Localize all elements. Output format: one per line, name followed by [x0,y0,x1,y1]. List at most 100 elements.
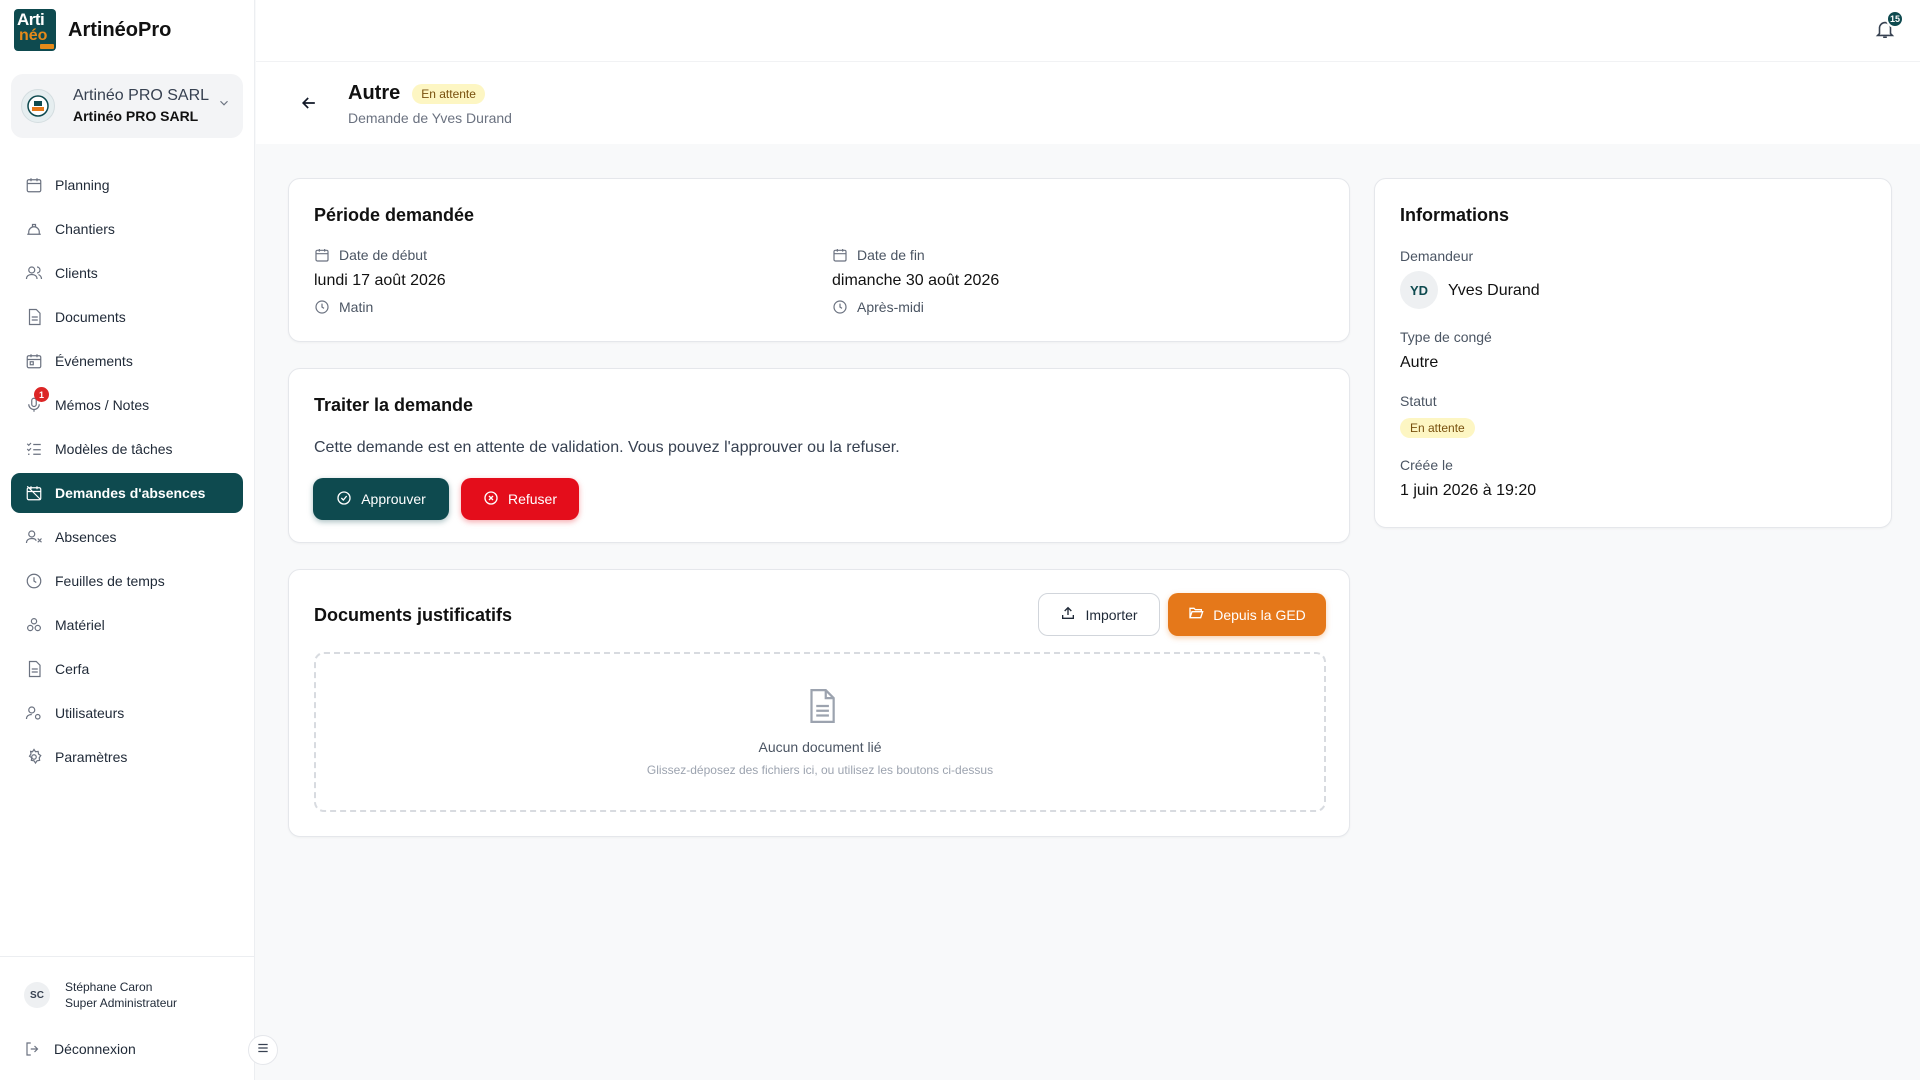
refuse-button[interactable]: Refuser [461,478,579,520]
sidebar-item-chantiers[interactable]: Chantiers [11,209,243,249]
sidebar-item-absences[interactable]: Absences [11,517,243,557]
org-name-bold: Artinéo PRO SARL [73,108,199,125]
type-label: Type de congé [1400,329,1492,345]
start-date-value: lundi 17 août 2026 [314,272,446,289]
sidebar-item-parametres[interactable]: Paramètres [11,737,243,777]
checklist-icon [24,439,44,459]
logout-icon [24,1040,42,1058]
documents-card: Documents justificatifs Importer Depuis … [288,569,1350,837]
demandeur-name: Yves Durand [1448,282,1540,299]
user-name: Stéphane Caron [65,980,153,994]
gear-icon [24,747,44,767]
sidebar-item-label: Documents [55,309,126,325]
calendar-icon [832,247,848,263]
user-role: Super Administrateur [65,996,178,1011]
created-label: Créée le [1400,457,1453,473]
sidebar-item-label: Cerfa [55,661,90,677]
bell-icon [1874,21,1896,44]
app-logo: Arti néo [14,9,56,51]
app-name: ArtinéoPro [68,18,172,41]
approve-button[interactable]: Approuver [313,478,449,520]
informations-title: Informations [1400,205,1510,225]
sidebar-item-clients[interactable]: Clients [11,253,243,293]
sidebar: Arti néo ArtinéoPro Artinéo PRO SARL Art… [0,0,255,1080]
import-button[interactable]: Importer [1038,593,1160,636]
sidebar-item-label: Modèles de tâches [55,441,173,457]
notification-badge: 1 [34,387,49,402]
sidebar-item-planning[interactable]: Planning [11,165,243,205]
documents-title: Documents justificatifs [314,605,513,625]
sidebar-item-memos[interactable]: 1 Mémos / Notes [11,385,243,425]
clock-icon [24,571,44,591]
document-icon [24,307,44,327]
users-icon [24,263,44,283]
sidebar-item-label: Utilisateurs [55,705,125,721]
notifications-button[interactable]: 15 [1874,10,1904,44]
sidebar-item-utilisateurs[interactable]: Utilisateurs [11,693,243,733]
file-text-icon [802,686,840,731]
sidebar-item-label: Matériel [55,617,105,633]
back-button[interactable] [299,93,319,118]
page-title: Autre [348,82,401,104]
avatar: SC [24,982,50,1009]
sidebar-item-label: Planning [55,177,110,193]
sidebar-item-label: Paramètres [55,749,128,765]
sidebar-item-label: Demandes d'absences [55,485,206,501]
start-date-field: Date de début lundi 17 août 2026 Matin [314,247,446,315]
periode-card: Période demandée Date de début lundi 17 … [288,178,1350,342]
menu-icon [256,1041,270,1060]
status-badge: En attente [1400,418,1475,438]
calendar-icon [24,175,44,195]
calendar-off-icon [24,483,44,503]
start-date-label: Date de début [339,247,427,263]
user-x-icon [24,527,44,547]
logout-button[interactable]: Déconnexion [24,1040,136,1058]
avatar: YD [1400,271,1438,309]
upload-icon [1060,605,1076,624]
folder-open-icon [1188,605,1204,624]
start-moment: Matin [339,299,374,315]
clock-icon [314,299,330,315]
end-moment: Après-midi [857,299,924,315]
calendar-icon [314,247,330,263]
sidebar-toggle-button[interactable] [248,1035,278,1065]
calendar-event-icon [24,351,44,371]
check-circle-icon [336,490,352,509]
site-icon [24,219,44,239]
current-user[interactable]: SC Stéphane Caron Super Administrateur [24,979,177,1011]
sidebar-item-materiel[interactable]: Matériel [11,605,243,645]
statut-label: Statut [1400,393,1437,409]
top-bar: 15 [256,0,1920,62]
sidebar-item-feuilles-temps[interactable]: Feuilles de temps [11,561,243,601]
ged-button[interactable]: Depuis la GED [1168,593,1326,636]
chevron-down-icon [217,96,231,115]
logout-label: Déconnexion [54,1041,136,1057]
page-subtitle: Demande de Yves Durand [348,110,512,126]
clock-icon [832,299,848,315]
org-name: Artinéo PRO SARL [73,87,210,105]
file-icon [24,659,44,679]
type-value: Autre [1400,354,1439,371]
arrow-left-icon [299,97,319,117]
page-header: Autre En attente Demande de Yves Durand [256,62,1920,144]
sidebar-item-cerfa[interactable]: Cerfa [11,649,243,689]
end-date-field: Date de fin dimanche 30 août 2026 Après-… [832,247,999,315]
sidebar-item-label: Mémos / Notes [55,397,150,413]
sidebar-item-label: Chantiers [55,221,115,237]
empty-subtitle: Glissez-déposez des fichiers ici, ou uti… [646,763,994,777]
sidebar-item-modeles-taches[interactable]: Modèles de tâches [11,429,243,469]
sidebar-item-label: Clients [55,265,98,281]
traiter-card: Traiter la demande Cette demande est en … [288,368,1350,543]
sidebar-item-label: Événements [55,353,133,369]
brand[interactable]: Arti néo ArtinéoPro [14,9,171,51]
traiter-text: Cette demande est en attente de validati… [314,439,900,456]
sidebar-item-documents[interactable]: Documents [11,297,243,337]
organization-switcher[interactable]: Artinéo PRO SARL Artinéo PRO SARL [11,74,243,138]
empty-title: Aucun document lié [758,739,882,755]
tools-icon [24,615,44,635]
org-logo [21,89,55,123]
dropzone[interactable]: Aucun document lié Glissez-déposez des f… [314,652,1326,812]
sidebar-item-evenements[interactable]: Événements [11,341,243,381]
sidebar-item-demandes-absences[interactable]: Demandes d'absences [11,473,243,513]
created-value: 1 juin 2026 à 19:20 [1400,482,1537,499]
